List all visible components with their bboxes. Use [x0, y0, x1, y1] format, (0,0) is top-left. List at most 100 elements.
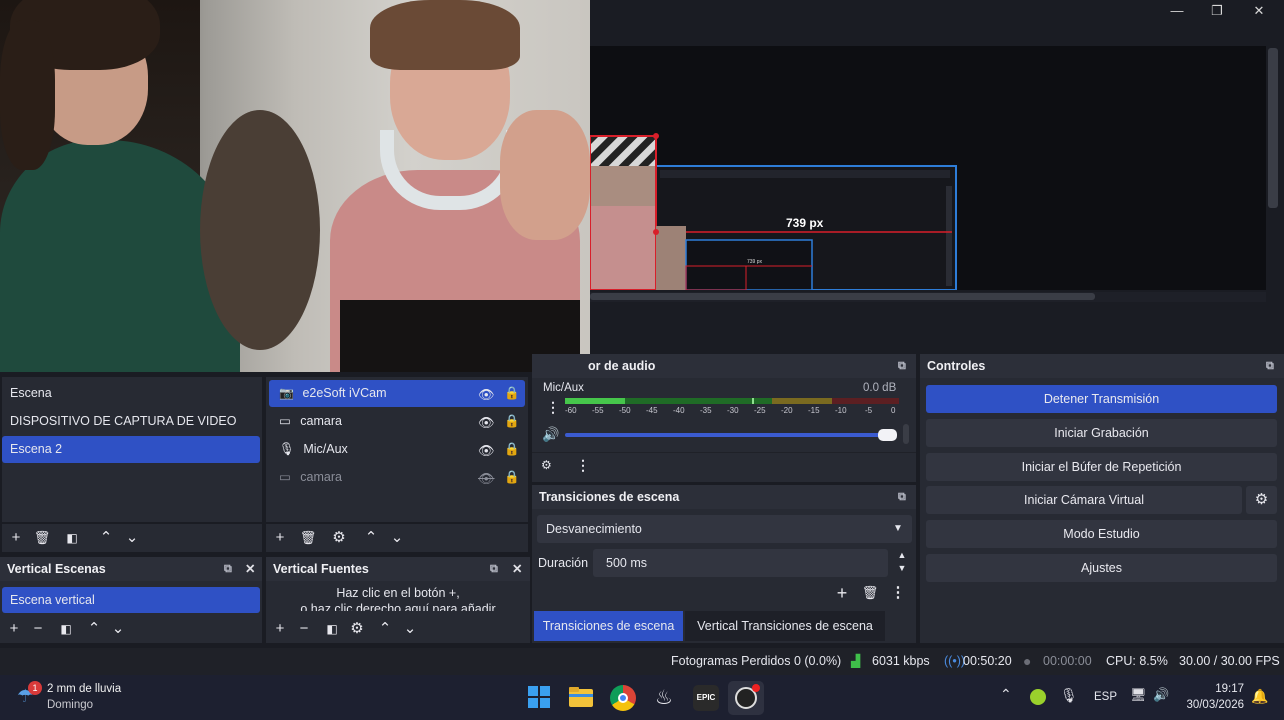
move-down-icon[interactable]: ⌄: [106, 617, 130, 641]
duration-stepper[interactable]: ▲ ▼: [892, 549, 912, 577]
close-window-icon[interactable]: ✕: [1246, 2, 1272, 20]
filters-icon[interactable]: ◧: [320, 617, 344, 641]
float-icon[interactable]: ⧉: [224, 557, 232, 581]
maximize-icon[interactable]: ❐: [1204, 2, 1230, 20]
close-icon[interactable]: ✕: [245, 557, 255, 581]
mixer-scrollbar[interactable]: [903, 424, 909, 444]
studio-mode-button[interactable]: Modo Estudio: [926, 520, 1277, 548]
scene-item-selected[interactable]: Escena 2: [2, 436, 260, 463]
start-virtual-camera-button[interactable]: Iniciar Cámara Virtual: [926, 486, 1242, 514]
move-down-icon[interactable]: ⌄: [120, 526, 144, 550]
clock-date[interactable]: 30/03/2026: [1186, 699, 1244, 711]
network-icon[interactable]: 🖥: [1130, 687, 1147, 703]
float-icon[interactable]: ⧉: [898, 485, 906, 509]
preview-horizontal-scrollbar[interactable]: [590, 293, 1095, 300]
preview-canvas[interactable]: 739 px 739 px: [589, 46, 1266, 291]
vertical-sources-dock: Vertical Fuentes ⧉ ✕ Haz clic en el botó…: [266, 557, 530, 643]
microphone-icon: 🎙: [279, 442, 295, 456]
start-replay-buffer-button[interactable]: Iniciar el Búfer de Repetición: [926, 453, 1277, 481]
duration-input[interactable]: 500 ms: [593, 549, 888, 577]
add-transition-icon[interactable]: +: [830, 581, 854, 605]
minimize-icon[interactable]: —: [1164, 2, 1190, 20]
start-recording-button[interactable]: Iniciar Grabación: [926, 419, 1277, 447]
filters-icon[interactable]: ◧: [60, 526, 84, 550]
add-source-icon[interactable]: +: [268, 526, 292, 550]
weather-title[interactable]: 2 mm de lluvia: [47, 683, 121, 695]
meter-ticks: -60 -55 -50 -45 -40 -35 -30 -25 -20 -15 …: [565, 406, 896, 415]
move-down-icon[interactable]: ⌄: [398, 617, 422, 641]
file-explorer-icon[interactable]: [568, 685, 594, 711]
add-scene-icon[interactable]: +: [2, 617, 26, 641]
remove-source-icon[interactable]: 🗑: [296, 526, 320, 550]
eye-hidden-icon[interactable]: 👁: [478, 471, 495, 487]
volume-tray-icon[interactable]: 🔊: [1153, 687, 1169, 703]
obs-taskbar-button[interactable]: [728, 681, 764, 715]
move-up-icon[interactable]: ⌃: [359, 526, 383, 550]
move-up-icon[interactable]: ⌃: [373, 617, 397, 641]
stream-time: 00:50:20: [963, 654, 1012, 668]
float-icon[interactable]: ⧉: [490, 557, 498, 581]
chevron-down-icon: ▼: [893, 523, 903, 534]
lock-icon[interactable]: 🔒: [504, 470, 520, 485]
vertical-sources-header: Vertical Fuentes ⧉ ✕: [266, 557, 530, 581]
record-icon: ●: [1023, 653, 1032, 669]
microphone-tray-icon[interactable]: 🎙: [1060, 687, 1078, 704]
add-source-icon[interactable]: +: [268, 617, 292, 641]
float-icon[interactable]: ⧉: [1266, 354, 1274, 378]
remove-transition-icon[interactable]: 🗑: [858, 581, 882, 605]
remove-scene-icon[interactable]: −: [26, 617, 50, 641]
transition-select[interactable]: Desvanecimiento ▼: [537, 515, 912, 543]
steam-icon[interactable]: ♨: [651, 685, 677, 711]
tab-transitions[interactable]: Transiciones de escena: [534, 611, 683, 641]
remove-scene-icon[interactable]: 🗑: [30, 526, 54, 550]
preview-vertical-scrollbar[interactable]: [1268, 48, 1278, 208]
eye-icon[interactable]: 👁: [478, 443, 495, 459]
notification-icon[interactable]: 🔔: [1251, 688, 1268, 705]
add-scene-icon[interactable]: +: [4, 526, 28, 550]
settings-button[interactable]: Ajustes: [926, 554, 1277, 582]
scene-item[interactable]: Escena: [2, 380, 260, 407]
tab-vertical-transitions[interactable]: Vertical Transiciones de escena: [685, 611, 885, 641]
remove-source-icon[interactable]: −: [292, 617, 316, 641]
chrome-icon[interactable]: [610, 685, 636, 711]
vertical-scene-item[interactable]: Escena vertical: [2, 587, 260, 613]
move-up-icon[interactable]: ⌃: [82, 617, 106, 641]
eye-icon[interactable]: 👁: [478, 415, 495, 431]
volume-slider[interactable]: [565, 433, 895, 437]
lock-icon[interactable]: 🔒: [504, 442, 520, 457]
move-down-icon[interactable]: ⌄: [385, 526, 409, 550]
tray-overflow-icon[interactable]: ⌃: [1000, 686, 1012, 703]
audio-mixer-header: or de audio ⧉: [532, 354, 916, 378]
filters-icon[interactable]: ◧: [54, 617, 78, 641]
sources-dock: 📷 e2eSoft iVCam ▭ camara 🎙 Mic/Aux ▭ cam…: [266, 377, 528, 522]
vertical-scenes-header: Vertical Escenas ⧉ ✕: [0, 557, 262, 581]
gear-icon[interactable]: ⚙: [345, 617, 369, 641]
status-bar: Fotogramas Perdidos 0 (0.0%) ▟ 6031 kbps…: [0, 648, 1284, 675]
lock-icon[interactable]: 🔒: [504, 414, 520, 429]
move-up-icon[interactable]: ⌃: [94, 526, 118, 550]
mixer-menu-icon[interactable]: ⋮: [576, 457, 590, 474]
taskbar: [0, 675, 1284, 720]
language-indicator[interactable]: ESP: [1094, 691, 1117, 703]
close-icon[interactable]: ✕: [512, 557, 522, 581]
virtual-camera-settings-icon[interactable]: ⚙: [1246, 486, 1277, 514]
vertical-scenes-dock: Vertical Escenas ⧉ ✕ Escena vertical + −…: [0, 557, 262, 643]
scene-item[interactable]: DISPOSITIVO DE CAPTURA DE VIDEO: [2, 408, 260, 435]
gear-icon[interactable]: ⚙: [327, 526, 351, 550]
advanced-audio-icon[interactable]: ⚙: [541, 458, 552, 472]
tray-app-icon[interactable]: [1030, 689, 1046, 705]
svg-text:739 px: 739 px: [747, 259, 763, 265]
clock-time[interactable]: 19:17: [1186, 683, 1244, 695]
float-icon[interactable]: ⧉: [898, 354, 906, 378]
lock-icon[interactable]: 🔒: [504, 386, 520, 401]
windows-start-icon[interactable]: [527, 685, 553, 711]
scenes-toolbar: + 🗑 ◧ ⌃ ⌄: [2, 524, 262, 552]
transition-menu-icon[interactable]: ⋮: [886, 581, 910, 605]
scenes-dock: Escena DISPOSITIVO DE CAPTURA DE VIDEO E…: [2, 377, 262, 522]
speaker-icon[interactable]: 🔊: [542, 426, 559, 443]
channel-menu-icon[interactable]: ⋮: [546, 400, 560, 414]
stop-streaming-button[interactable]: Detener Transmisión: [926, 385, 1277, 413]
eye-icon[interactable]: 👁: [478, 387, 495, 403]
epic-games-icon[interactable]: EPIC: [693, 685, 719, 711]
volume-slider-handle[interactable]: [878, 429, 897, 441]
